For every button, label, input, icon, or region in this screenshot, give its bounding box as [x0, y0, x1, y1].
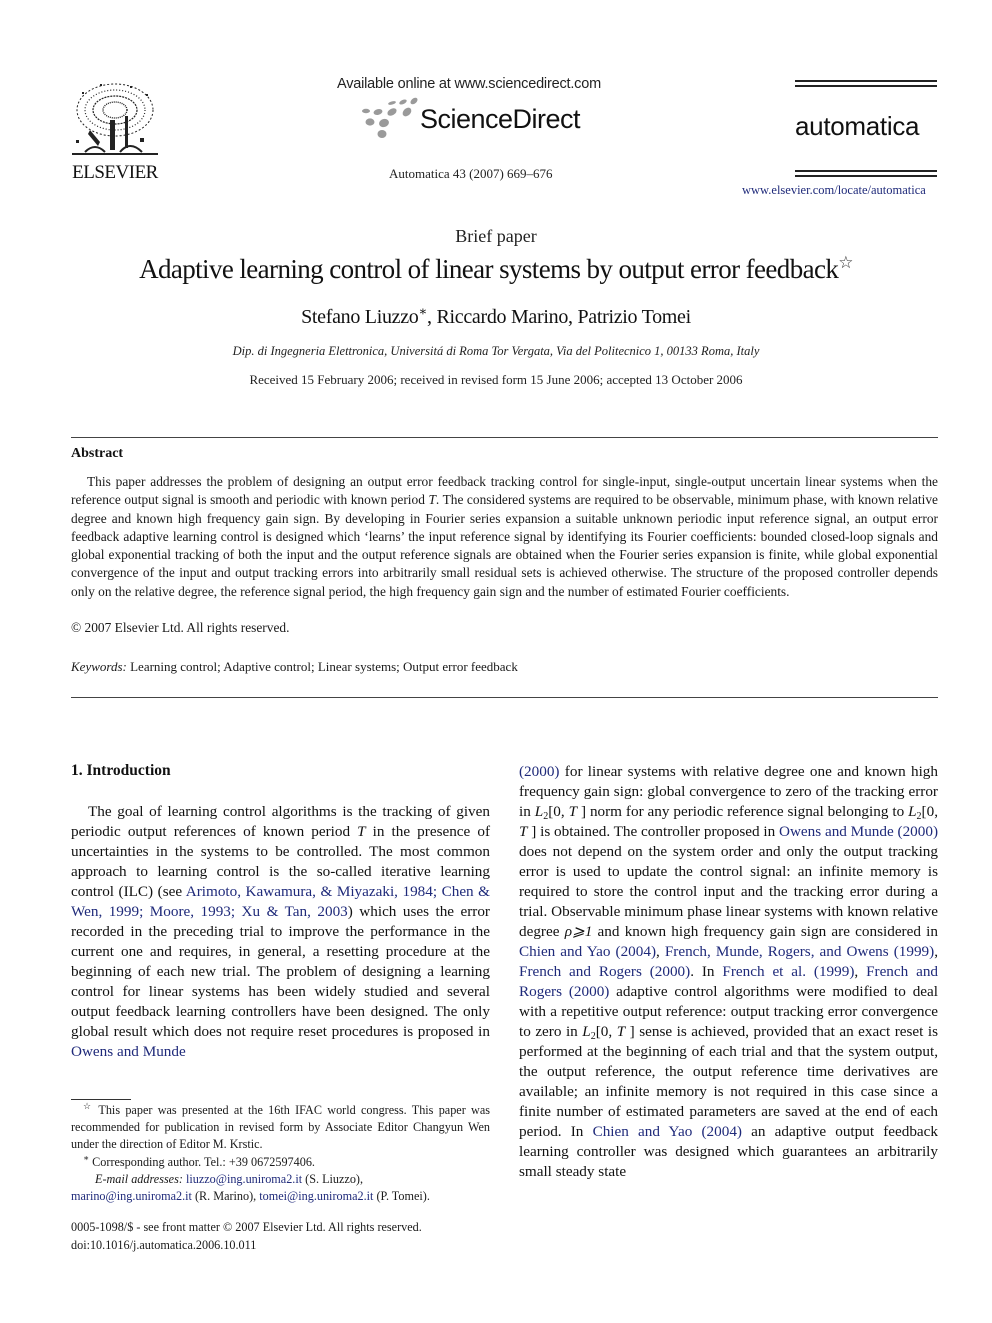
email-link[interactable]: liuzzo@ing.uniroma2.it — [186, 1172, 302, 1186]
citation-link[interactable]: Chien and Yao (2004) — [519, 943, 656, 960]
body-column-left: The goal of learning control algorithms … — [71, 802, 490, 1062]
sciencedirect-wordmark: ScienceDirect — [420, 104, 581, 134]
corresponding-author-asterisk-icon[interactable]: ∗ — [419, 303, 428, 318]
footnote-title-text: This paper was presented at the 16th IFA… — [71, 1103, 491, 1152]
article-history-dates: Received 15 February 2006; received in r… — [249, 372, 743, 387]
abstract-text: This paper addresses the problem of desi… — [71, 473, 938, 601]
journal-rule-top-2 — [795, 85, 937, 87]
front-matter: 0005-1098/$ - see front matter © 2007 El… — [71, 1218, 490, 1254]
journal-url-link[interactable]: www.elsevier.com/locate/automatica — [742, 183, 926, 198]
citation-link[interactable]: (2000) — [519, 763, 560, 780]
available-online-notice[interactable]: Available online at www.sciencedirect.co… — [337, 76, 601, 92]
math-symbol: ρ⩾1 — [564, 923, 593, 940]
email-link[interactable]: tomei@ing.uniroma2.it — [259, 1189, 373, 1203]
footnote-corresponding: ∗ Corresponding author. Tel.: +39 067259… — [71, 1152, 490, 1171]
author-list: Stefano Liuzzo∗, Riccardo Marino, Patriz… — [0, 303, 992, 329]
keywords: Keywords: Learning control; Adaptive con… — [71, 659, 518, 675]
math-symbol: T — [357, 823, 366, 840]
email-label: E-mail addresses: — [95, 1171, 183, 1186]
author-name[interactable]: Patrizio Tomei — [577, 306, 691, 328]
email-link[interactable]: marino@ing.uniroma2.it — [71, 1189, 192, 1203]
body-text: . In — [690, 963, 723, 980]
footnote-emails: E-mail addresses: liuzzo@ing.uniroma2.it… — [71, 1171, 490, 1205]
journal-reference: Automatica 43 (2007) 669–676 — [389, 166, 553, 181]
period-symbol: T — [428, 492, 436, 508]
citation-link[interactable]: French, Munde, Rogers, and Owens (1999) — [665, 943, 934, 960]
abstract-bottom-divider — [71, 697, 938, 698]
keywords-list: Learning control; Adaptive control; Line… — [130, 659, 518, 674]
footnote-divider — [71, 1099, 131, 1100]
paper-title-text: Adaptive learning control of linear syst… — [139, 254, 839, 284]
title-footnote-star-icon[interactable]: ☆ — [838, 253, 853, 272]
elsevier-logo: ELSEVIER — [70, 80, 160, 183]
abstract-text-part: . The considered systems are required to… — [71, 492, 938, 599]
journal-rule-bottom-1 — [795, 170, 937, 172]
body-text: , — [854, 963, 867, 980]
citation-link[interactable]: Chien and Yao (2004) — [593, 1123, 742, 1140]
email-owner: (P. Tomei). — [373, 1189, 430, 1204]
journal-rule-top-1 — [795, 80, 937, 82]
doi-link[interactable]: doi:10.1016/j.automatica.2006.10.011 — [71, 1236, 490, 1254]
author-affiliation: Dip. di Ingegneria Elettronica, Universi… — [232, 344, 760, 358]
math-expression: L2[0, T ] — [534, 803, 587, 822]
email-owner: (R. Marino), — [191, 1189, 260, 1204]
keywords-label: Keywords: — [71, 659, 127, 674]
citation-link[interactable]: French and Rogers (2000) — [519, 963, 690, 980]
section-heading-introduction: 1. Introduction — [71, 762, 171, 779]
citation-link[interactable]: Owens and Munde (2000) — [779, 823, 938, 840]
footnotes: ☆ This paper was presented at the 16th I… — [71, 1100, 491, 1205]
journal-wordmark: automatica — [795, 111, 920, 141]
paper-title: Adaptive learning control of linear syst… — [0, 254, 992, 285]
abstract-heading: Abstract — [71, 446, 124, 461]
abstract-top-divider — [71, 437, 938, 438]
footnote-title: ☆ This paper was presented at the 16th I… — [71, 1100, 491, 1154]
sciencedirect-dots-icon — [358, 97, 424, 139]
abstract-copyright: © 2007 Elsevier Ltd. All rights reserved… — [71, 620, 290, 635]
author-name[interactable]: Stefano Liuzzo — [301, 306, 419, 328]
issn-line: 0005-1098/$ - see front matter © 2007 El… — [71, 1220, 422, 1234]
body-text: and known high frequency gain sign are c… — [592, 923, 938, 940]
body-text: , — [934, 943, 939, 960]
body-text: norm for any periodic reference signal b… — [586, 803, 909, 820]
body-text: , — [656, 943, 665, 960]
body-column-right: (2000) for linear systems with relative … — [519, 762, 938, 1182]
publisher-wordmark: ELSEVIER — [72, 162, 158, 183]
journal-rule-bottom-2 — [795, 175, 937, 177]
email-owner: (S. Liuzzo), — [302, 1171, 364, 1186]
article-type: Brief paper — [455, 226, 537, 246]
footnote-asterisk-icon: ∗ — [83, 1152, 90, 1163]
footnote-star-icon: ☆ — [83, 1100, 94, 1111]
body-text: ) which uses the error recorded in the p… — [71, 903, 490, 1040]
footnote-corresponding-text: Corresponding author. Tel.: +39 06725974… — [92, 1154, 315, 1169]
citation-link[interactable]: Owens and Munde — [71, 1043, 186, 1060]
citation-link[interactable]: French et al. (1999) — [722, 963, 854, 980]
math-expression: L2[0, T ] — [582, 1023, 635, 1042]
body-text: is obtained. The controller proposed in — [536, 823, 779, 840]
author-name[interactable]: Riccardo Marino — [436, 306, 568, 328]
elsevier-tree-icon — [72, 83, 158, 155]
